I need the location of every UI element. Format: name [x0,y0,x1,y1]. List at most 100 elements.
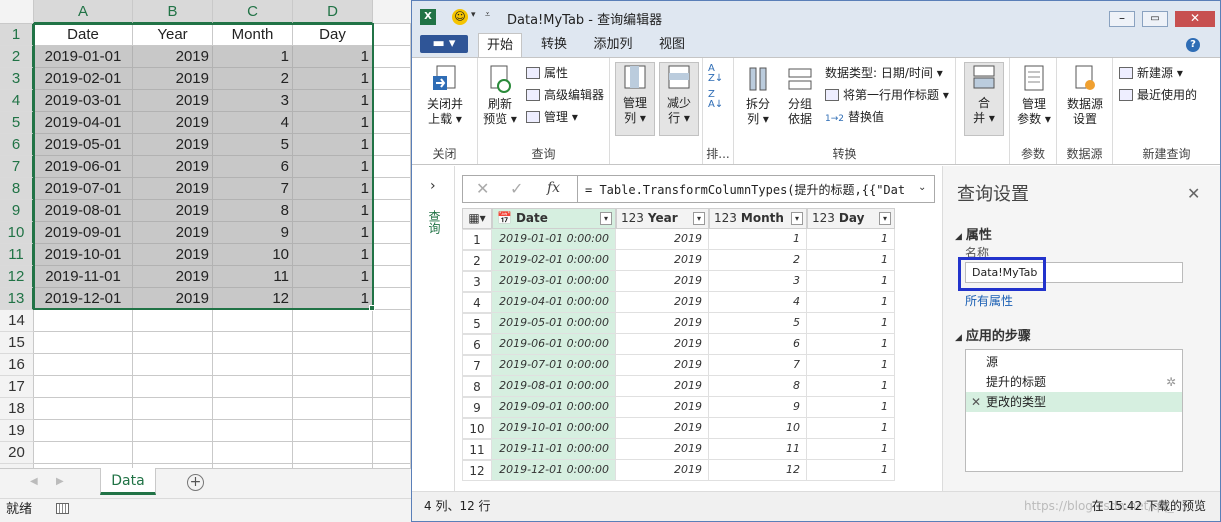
table-row[interactable]: 5 2019-05-01 0:00:00 2019 5 1 [462,313,895,334]
cell[interactable]: 2 [213,68,293,90]
table-row[interactable]: 9 2019-09-01 0:00:00 2019 9 1 [462,397,895,418]
column-header-day[interactable]: 123 Day ▾ [807,208,895,229]
reduce-rows-button[interactable]: 减少 行 ▾ [659,62,699,136]
cell[interactable]: 12 [213,288,293,310]
close-settings-icon[interactable]: ✕ [1187,184,1200,203]
cell[interactable]: 8 [213,200,293,222]
refresh-preview-button[interactable]: 刷新 预览 ▾ [480,64,520,127]
table-cell[interactable]: 1 [807,271,895,292]
tab-scroll-left-icon[interactable]: ◀ [30,476,38,487]
table-cell[interactable]: 10 [709,418,807,439]
table-row[interactable]: 6 2019-06-01 0:00:00 2019 6 1 [462,334,895,355]
step-changed-type[interactable]: ✕ 更改的类型 [966,392,1182,412]
table-cell[interactable]: 2019-03-01 0:00:00 [492,271,616,292]
smiley-dropdown-icon[interactable]: ▾ [471,10,476,20]
split-column-button[interactable]: 拆分 列 ▾ [738,64,778,127]
recent-sources-button[interactable]: 最近使用的 [1119,86,1197,104]
cell[interactable] [373,376,411,398]
confirm-formula-icon[interactable]: ✓ [510,179,523,198]
cell[interactable] [373,134,411,156]
cell[interactable] [373,178,411,200]
cell[interactable]: 1 [293,178,373,200]
cell[interactable] [213,398,293,420]
use-first-row-button[interactable]: 将第一行用作标题 ▾ [825,86,949,104]
sheet-tab-data[interactable]: Data [100,468,156,495]
cell[interactable]: 2019-10-01 [34,244,133,266]
quick-access-icon[interactable]: ⩡ [485,10,490,20]
table-cell[interactable]: 2019-11-01 0:00:00 [492,439,616,460]
row-header[interactable]: 3 [0,68,34,90]
row-header[interactable]: 8 [0,178,34,200]
cell[interactable]: 11 [213,266,293,288]
cell[interactable]: 5 [213,134,293,156]
cell[interactable]: 2019 [133,90,213,112]
cell[interactable]: 1 [293,90,373,112]
row-header[interactable]: 14 [0,310,34,332]
function-icon[interactable]: fx [547,180,560,196]
cell[interactable]: 2019 [133,244,213,266]
row-number[interactable]: 2 [462,250,492,271]
cell[interactable]: 1 [293,222,373,244]
grid-corner-menu-icon[interactable]: ▦▾ [462,208,492,229]
table-cell[interactable]: 2019 [616,250,709,271]
step-settings-gear-icon[interactable]: ✲ [1166,372,1176,392]
cell[interactable] [34,398,133,420]
row-header[interactable]: 11 [0,244,34,266]
table-cell[interactable]: 2 [709,250,807,271]
row-number[interactable]: 8 [462,376,492,397]
cell[interactable] [293,332,373,354]
cell[interactable] [373,68,411,90]
table-cell[interactable]: 4 [709,292,807,313]
cell[interactable]: 2019-01-01 [34,46,133,68]
column-header-date[interactable]: 📅 Date ▾ [492,208,616,229]
table-cell[interactable]: 5 [709,313,807,334]
cell[interactable] [213,420,293,442]
table-cell[interactable]: 1 [807,397,895,418]
cell[interactable]: 2019-06-01 [34,156,133,178]
row-header[interactable]: 16 [0,354,34,376]
row-number[interactable]: 10 [462,418,492,439]
table-cell[interactable]: 3 [709,271,807,292]
tab-view[interactable]: 视图 [650,33,694,57]
properties-section-header[interactable]: ◢ 属性 [955,224,992,243]
cell[interactable] [373,288,411,310]
table-cell[interactable]: 2019-06-01 0:00:00 [492,334,616,355]
row-header[interactable]: 10 [0,222,34,244]
cell[interactable] [34,354,133,376]
cell[interactable] [293,376,373,398]
all-properties-link[interactable]: 所有属性 [965,292,1013,309]
cell[interactable] [213,376,293,398]
select-all-corner[interactable] [0,0,34,24]
table-cell[interactable]: 6 [709,334,807,355]
table-cell[interactable]: 2019 [616,271,709,292]
cell[interactable]: 3 [213,90,293,112]
expand-nav-icon[interactable]: › [430,178,436,194]
row-number[interactable]: 3 [462,271,492,292]
table-row[interactable]: 4 2019-04-01 0:00:00 2019 4 1 [462,292,895,313]
cell[interactable] [133,398,213,420]
queries-nav-pane[interactable]: › 查询 [412,166,455,491]
table-row[interactable]: 11 2019-11-01 0:00:00 2019 11 1 [462,439,895,460]
table-cell[interactable]: 2019-12-01 0:00:00 [492,460,616,481]
macro-record-icon[interactable] [56,503,70,514]
column-header-a[interactable]: A [34,0,133,24]
cell[interactable]: Date [34,24,133,46]
row-header[interactable]: 5 [0,112,34,134]
table-cell[interactable]: 2019-01-01 0:00:00 [492,229,616,250]
cell[interactable]: 1 [213,46,293,68]
cell[interactable]: 1 [293,68,373,90]
cell[interactable] [293,354,373,376]
cell[interactable] [133,332,213,354]
row-header[interactable]: 4 [0,90,34,112]
cell[interactable] [373,310,411,332]
table-row[interactable]: 12 2019-12-01 0:00:00 2019 12 1 [462,460,895,481]
row-number[interactable]: 4 [462,292,492,313]
cell[interactable] [373,222,411,244]
help-icon[interactable]: ? [1186,38,1200,52]
advanced-editor-button[interactable]: 高级编辑器 [526,86,604,104]
table-cell[interactable]: 2019 [616,397,709,418]
row-header[interactable]: 17 [0,376,34,398]
table-cell[interactable]: 2019-07-01 0:00:00 [492,355,616,376]
cell[interactable] [373,420,411,442]
table-cell[interactable]: 7 [709,355,807,376]
